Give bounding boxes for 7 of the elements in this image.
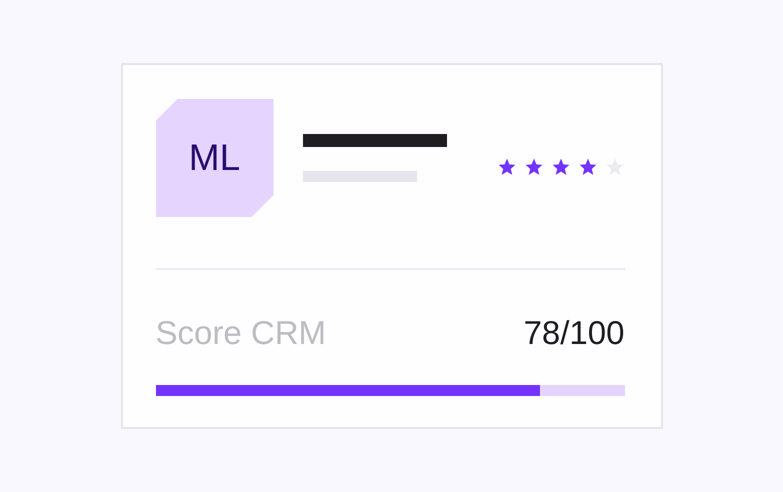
score-value: 78/100 bbox=[524, 314, 624, 352]
filled-star-icon bbox=[550, 157, 570, 177]
avatar: ML bbox=[156, 99, 274, 217]
filled-star-icon bbox=[578, 157, 598, 177]
filled-star-icon bbox=[524, 157, 544, 177]
score-label: Score CRM bbox=[156, 314, 326, 352]
filled-star-icon bbox=[496, 157, 516, 177]
